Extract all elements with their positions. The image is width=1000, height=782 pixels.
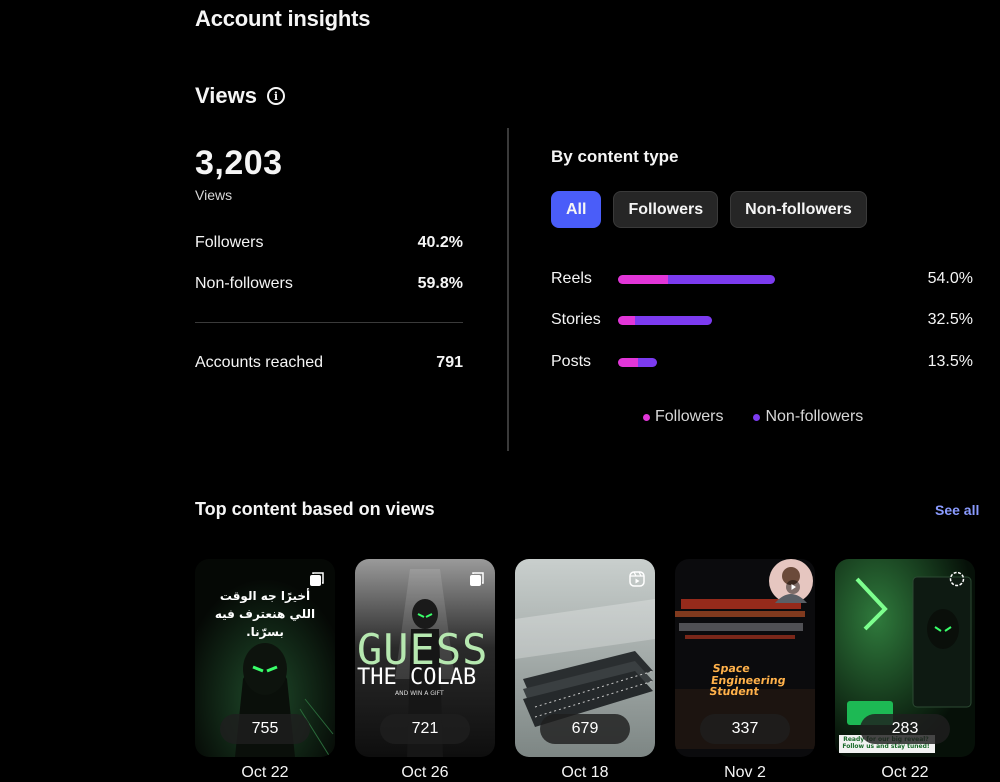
view-count-badge: 679 [540, 714, 630, 744]
thumbnail-caption: أخيرًا جه الوقت اللي هنعترف فيه بسرّنا. [203, 587, 327, 641]
content-type-row-posts: Posts 13.5% [551, 353, 973, 373]
thumbnail-caption: AND WIN A GIFT [395, 690, 444, 697]
caption-line: اللي هنعترف فيه بسرّنا. [214, 607, 316, 639]
bar-segment-followers [618, 316, 635, 325]
total-views-label: Views [195, 187, 233, 203]
content-type-bar [618, 358, 658, 367]
accounts-reached-row: Accounts reached 791 [195, 354, 463, 372]
non-followers-dot-icon [753, 413, 761, 421]
see-all-link[interactable]: See all [935, 502, 979, 518]
content-type-percent: 32.5% [927, 311, 973, 328]
followers-stat-row: Followers 40.2% [195, 234, 463, 252]
content-type-label: Posts [551, 353, 592, 370]
filter-followers-button[interactable]: Followers [613, 191, 719, 228]
top-content-card[interactable]: أخيرًا جه الوقت اللي هنعترف فيه بسرّنا. … [195, 559, 335, 757]
content-date: Oct 22 [241, 764, 289, 781]
carousel-icon [470, 572, 484, 586]
top-content-card[interactable]: 679 [515, 559, 655, 757]
bar-segment-followers [618, 275, 669, 284]
legend-non-followers: Non-followers [753, 408, 863, 426]
content-date: Oct 18 [561, 764, 609, 781]
bar-segment-non-followers [634, 316, 713, 325]
followers-dot-icon [643, 413, 650, 421]
top-content-card[interactable]: Space Engineering Student 337 [675, 559, 815, 757]
content-type-label: Reels [551, 270, 592, 287]
stats-divider [195, 322, 463, 323]
accounts-reached-value: 791 [436, 354, 463, 371]
bar-segment-non-followers [668, 275, 775, 284]
section-divider [507, 128, 509, 451]
reel-icon [629, 571, 645, 587]
content-type-percent: 13.5% [927, 353, 973, 370]
content-type-row-stories: Stories 32.5% [551, 311, 973, 331]
filter-non-followers-button[interactable]: Non-followers [730, 191, 867, 228]
content-type-percent: 54.0% [927, 270, 973, 287]
view-count-badge: 337 [700, 714, 790, 744]
top-content-card[interactable]: GUESS THE COLAB AND WIN A GIFT 721 [355, 559, 495, 757]
nonfollowers-stat-label: Non-followers [195, 275, 293, 292]
info-icon[interactable]: i [266, 87, 285, 105]
view-count-badge: 755 [220, 714, 310, 744]
carousel-icon [310, 572, 324, 586]
top-content-title: Top content based on views [195, 499, 435, 519]
content-date: Oct 26 [401, 764, 449, 781]
content-type-legend: Followers Non-followers [643, 408, 863, 426]
caption-line: Follow us and stay tuned! [842, 743, 930, 751]
thumbnail-subheadline: THE COLAB [357, 665, 477, 690]
content-type-row-reels: Reels 54.0% [551, 270, 973, 290]
accounts-reached-label: Accounts reached [195, 354, 324, 371]
caption-line: Space [711, 662, 751, 675]
nonfollowers-stat-value: 59.8% [417, 275, 463, 292]
legend-non-followers-label: Non-followers [765, 408, 864, 425]
view-count-badge: 721 [380, 714, 470, 744]
view-count-badge: 283 [860, 714, 950, 744]
content-date: Nov 2 [724, 764, 766, 781]
total-views-value: 3,203 [195, 144, 283, 182]
followers-stat-label: Followers [195, 234, 264, 251]
content-type-filters: All Followers Non-followers [551, 191, 867, 228]
nonfollowers-stat-row: Non-followers 59.8% [195, 275, 463, 293]
content-date: Oct 22 [881, 764, 929, 781]
content-type-title: By content type [551, 147, 679, 166]
legend-followers-label: Followers [655, 408, 724, 425]
followers-stat-value: 40.2% [417, 234, 463, 251]
video-icon [786, 580, 800, 594]
content-type-bar [618, 275, 775, 284]
views-heading: Views i [195, 83, 285, 109]
legend-followers: Followers [643, 408, 723, 426]
views-heading-label: Views [195, 83, 257, 108]
top-content-card[interactable]: Ready for our big reveal? Follow us and … [835, 559, 975, 757]
filter-all-button[interactable]: All [551, 191, 602, 228]
story-icon [949, 571, 965, 587]
content-type-bar [618, 316, 713, 325]
caption-line: Student [708, 685, 760, 699]
caption-line: أخيرًا جه الوقت [219, 589, 311, 603]
thumbnail-caption: Space Engineering Student [708, 662, 789, 699]
content-type-label: Stories [551, 311, 601, 328]
bar-segment-followers [618, 358, 638, 367]
page-title: Account insights [195, 6, 371, 31]
bar-segment-non-followers [637, 358, 658, 367]
